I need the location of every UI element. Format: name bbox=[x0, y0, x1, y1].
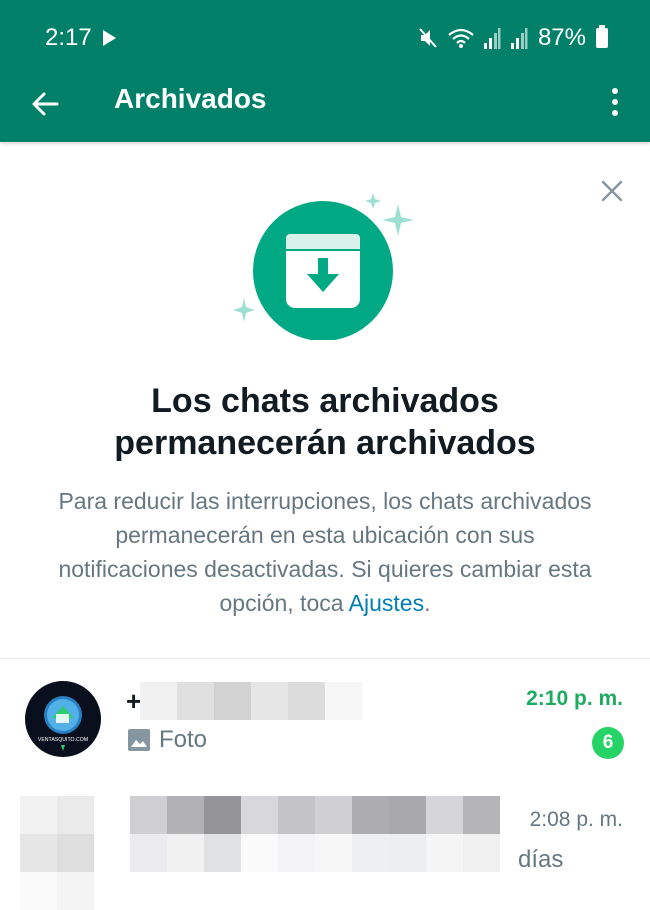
close-icon bbox=[601, 180, 623, 202]
svg-text:VENTASQUITO.COM: VENTASQUITO.COM bbox=[38, 737, 88, 743]
chat-preview-text: días bbox=[518, 846, 564, 873]
avatar-logo: VENTASQUITO.COM bbox=[38, 696, 88, 751]
avatar[interactable]: VENTASQUITO.COM bbox=[25, 681, 101, 757]
play-icon bbox=[103, 30, 116, 46]
archive-illustration bbox=[233, 193, 414, 340]
app-bar: Archivados bbox=[0, 76, 650, 142]
chat-preview: Foto bbox=[128, 726, 207, 754]
page-title: Archivados bbox=[114, 83, 267, 114]
chat-time: 2:08 p. m. bbox=[529, 808, 623, 831]
unread-badge: 6 bbox=[592, 727, 624, 759]
chat-preview-text: Foto bbox=[159, 726, 208, 753]
status-time: 2:17 bbox=[45, 24, 92, 51]
chat-row[interactable]: VENTASQUITO.COM + 2:10 p. m. Foto 6 bbox=[0, 660, 650, 770]
close-banner-button[interactable] bbox=[597, 176, 627, 206]
arrow-left-icon bbox=[32, 92, 59, 116]
more-options-button[interactable] bbox=[600, 82, 630, 122]
status-bar: 2:17 87% bbox=[0, 0, 650, 76]
chat-time: 2:10 p. m. bbox=[526, 687, 623, 710]
back-button[interactable] bbox=[28, 84, 62, 124]
chat-row[interactable]: 2:08 p. m. días bbox=[0, 770, 650, 910]
settings-link[interactable]: Ajustes bbox=[349, 590, 424, 616]
wifi-icon bbox=[448, 28, 474, 48]
image-icon bbox=[128, 729, 150, 751]
more-vert-icon bbox=[612, 88, 618, 94]
mute-icon bbox=[419, 28, 437, 48]
blurred-name bbox=[140, 682, 362, 720]
battery-percent: 87% bbox=[537, 24, 586, 51]
status-indicators: 87% bbox=[419, 24, 608, 52]
blurred-avatar bbox=[20, 796, 96, 910]
signal-icon bbox=[510, 28, 528, 49]
divider bbox=[0, 658, 650, 659]
chat-name: + bbox=[126, 686, 142, 716]
blurred-name bbox=[130, 796, 500, 834]
signal-icon bbox=[483, 28, 501, 49]
archive-icon bbox=[286, 234, 360, 308]
battery-icon bbox=[596, 25, 608, 48]
banner-headline: Los chats archivados permanecerán archiv… bbox=[114, 382, 536, 462]
blurred-preview bbox=[130, 834, 500, 872]
banner-description: Para reducir las interrupciones, los cha… bbox=[58, 488, 592, 616]
